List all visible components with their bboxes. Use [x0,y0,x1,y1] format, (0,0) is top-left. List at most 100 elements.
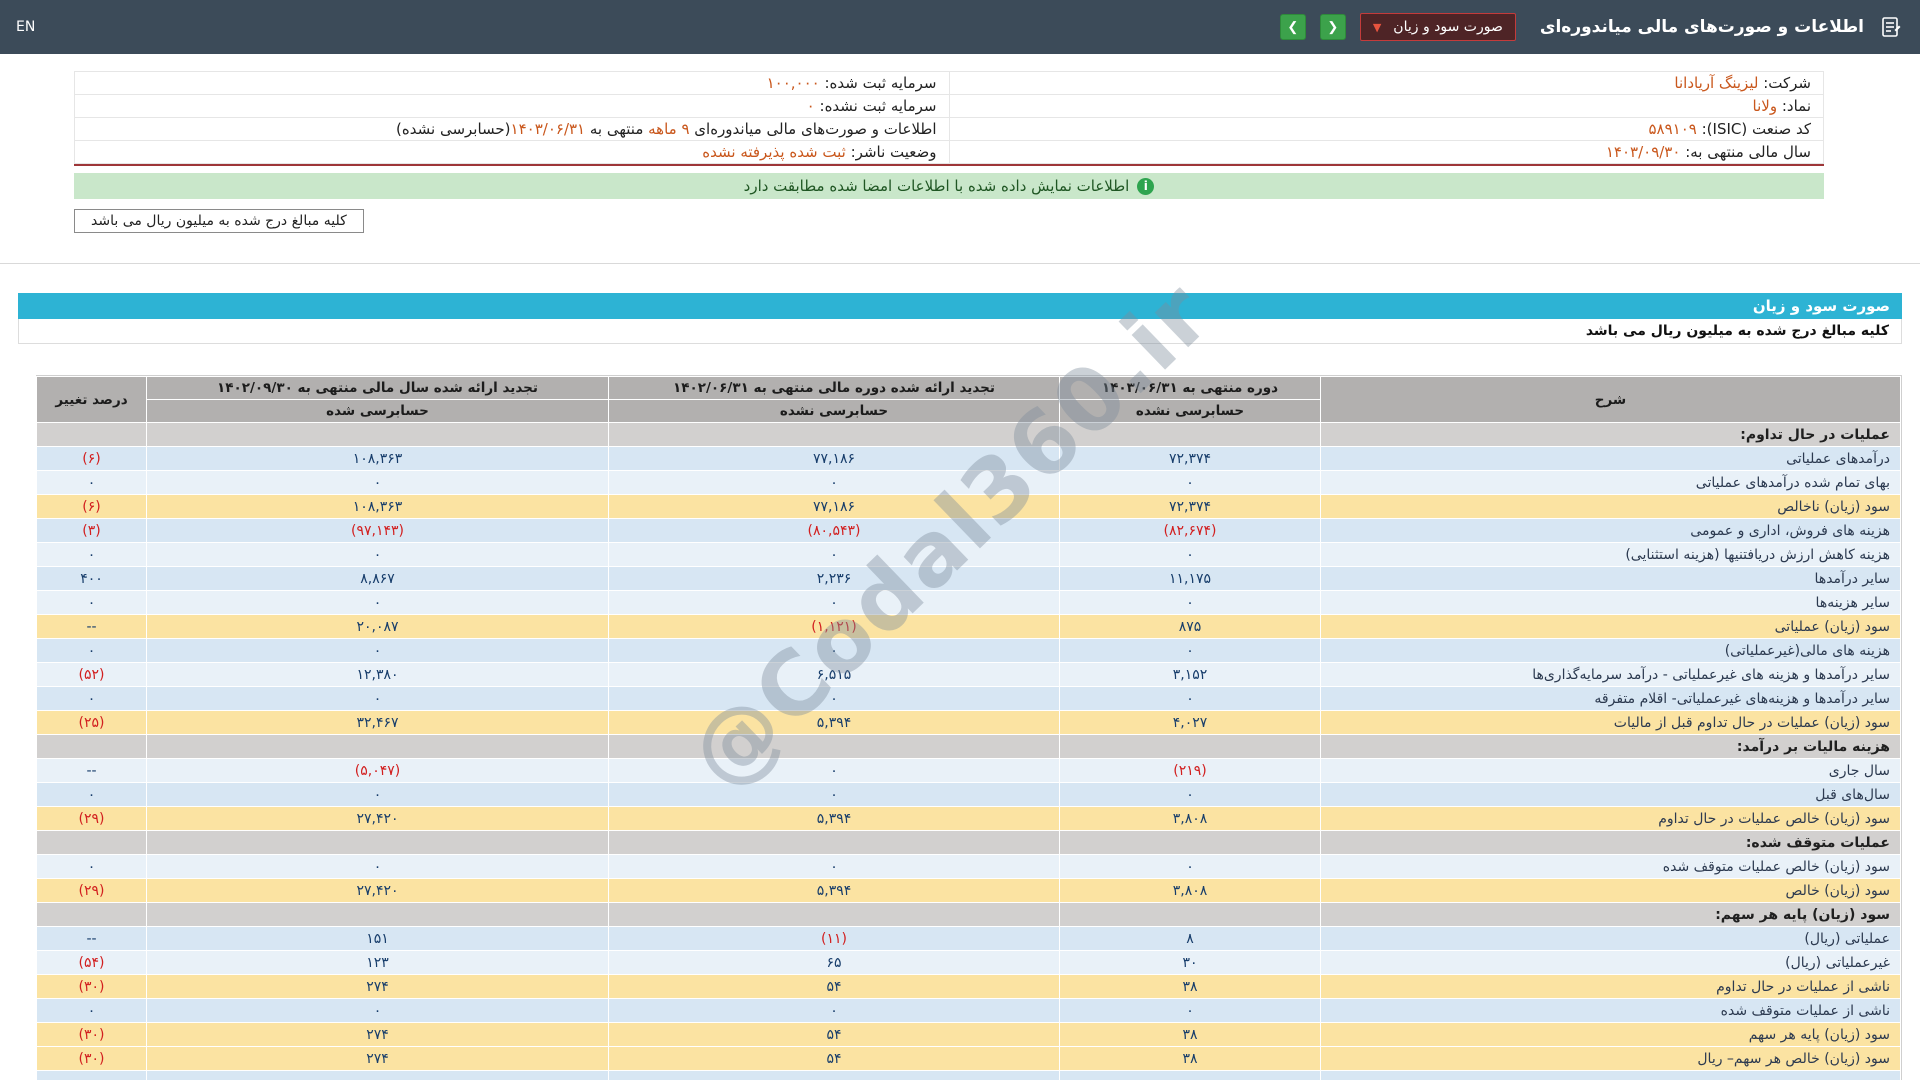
value-cell: ۰ [146,998,609,1023]
unregistered-capital-value: ۰ [806,97,815,115]
row-label: سود (زیان) پایه هر سهم [1320,1022,1901,1047]
value-cell: ۸۷۵ [1059,614,1321,639]
table-row: سایر هزینه‌ها ۰ ۰ ۰ ۰ [36,590,1901,615]
next-statement-button[interactable]: ❯ [1279,14,1306,40]
change-cell: (۲۹) [36,806,147,831]
value-cell: ۰ [1059,470,1321,495]
value-cell [146,422,609,447]
value-cell: ۰ [146,542,609,567]
value-cell: (۹۷,۱۴۳) [146,518,609,543]
table-row: سود (زیان) خالص عملیات متوقف شده ۰ ۰ ۰ ۰ [36,854,1901,879]
row-label: بهای تمام شده درآمدهای عملیاتی [1320,470,1901,495]
row-label: سایر درآمدها و هزینه‌های غیرعملیاتی- اقل… [1320,686,1901,711]
value-cell: ۰ [608,470,1060,495]
value-cell: ۰ [608,998,1060,1023]
period-length-value: ۹ ماهه [648,120,690,138]
row-label: سایر درآمدها [1320,566,1901,591]
value-cell: ۵۴ [608,974,1060,999]
value-cell: ۰ [146,782,609,807]
row-label: سود (زیان) خالص عملیات متوقف شده [1320,854,1901,879]
value-cell: ۵,۳۹۴ [608,878,1060,903]
isic-code-value: ۵۸۹۱۰۹ [1648,120,1697,138]
unaudited-note: (حسابرسی نشده) [396,120,511,138]
value-cell [146,902,609,927]
row-label: سود (زیان) خالص [1320,878,1901,903]
value-cell: ۵۴ [608,1046,1060,1071]
signature-match-banner: i اطلاعات نمایش داده شده با اطلاعات امضا… [74,173,1824,199]
publisher-status-label: وضعیت ناشر: [850,143,937,161]
value-cell: ۲۰,۰۸۷ [146,614,609,639]
value-cell [1059,1070,1321,1080]
statement-type-dropdown[interactable]: صورت سود و زیان ▼ [1359,13,1516,41]
row-label: سایر هزینه‌ها [1320,590,1901,615]
row-label: سال جاری [1320,758,1901,783]
value-cell: ۳۸ [1059,1046,1321,1071]
row-label: هزینه های مالی(غیرعملیاتی) [1320,638,1901,663]
income-statement-table: شرح دوره منتهی به ۱۴۰۳/۰۶/۳۱ تجدید ارائه… [36,376,1901,1080]
row-label: عملیات در حال تداوم: [1320,422,1901,447]
value-cell: ۷۲,۳۷۴ [1059,494,1321,519]
fiscal-year-end-label: سال مالی منتهی به: [1685,143,1811,161]
change-cell: (۳۰) [36,974,147,999]
section-divider [0,263,1920,264]
section-row: عملیات در حال تداوم: [36,422,1901,447]
value-cell [146,1070,609,1080]
change-cell: (۶) [36,446,147,471]
change-cell: ۰ [36,686,147,711]
change-cell: ۰ [36,782,147,807]
value-cell: ۷۷,۱۸۶ [608,494,1060,519]
statement-type-selected-value: صورت سود و زیان [1393,19,1503,35]
value-cell: ۰ [146,590,609,615]
value-cell: ۱۱,۱۷۵ [1059,566,1321,591]
company-info-table: شرکت: لیزینگ آریادانا سرمایه ثبت شده: ۱۰… [74,71,1824,164]
table-row: سال‌های قبل ۰ ۰ ۰ ۰ [36,782,1901,807]
value-cell [608,734,1060,759]
value-cell: ۰ [146,470,609,495]
period-info-text: اطلاعات و صورت‌های مالی میاندوره‌ای [689,120,937,138]
value-cell: ۰ [1059,638,1321,663]
value-cell: ۳۸ [1059,1022,1321,1047]
value-cell: ۵,۳۹۴ [608,710,1060,735]
change-cell: (۳۰) [36,1022,147,1047]
row-label: عملیات متوقف شده: [1320,830,1901,855]
value-cell: ۳۲,۴۶۷ [146,710,609,735]
company-name-link[interactable]: لیزینگ آریادانا [1674,74,1758,92]
registered-capital-value: ۱۰۰,۰۰۰ [766,74,820,92]
units-note-box: کلیه مبالغ درج شده به میلیون ریال می باش… [74,209,364,233]
subheader-audited: حسابرسی شده [146,399,609,423]
change-cell: ۰ [36,470,147,495]
value-cell: (۱۱) [608,926,1060,951]
value-cell: ۷۲,۳۷۴ [1059,446,1321,471]
language-toggle-en[interactable]: EN [16,19,35,35]
header-restated-period: تجدید ارائه شده دوره مالی منتهی به ۱۴۰۲/… [608,376,1060,400]
value-cell: ۳,۸۰۸ [1059,806,1321,831]
row-label: هزینه های فروش، اداری و عمومی [1320,518,1901,543]
page-title: اطلاعات و صورت‌های مالی میاندوره‌ای [1539,17,1864,37]
change-cell [36,1070,147,1080]
symbol-link[interactable]: ولانا [1753,97,1778,115]
prev-statement-button[interactable]: ❮ [1319,14,1346,40]
codal-interim-statements-page: اطلاعات و صورت‌های مالی میاندوره‌ای صورت… [0,0,1920,1080]
clipped-next-row [36,1070,1901,1080]
section-row: هزینه مالیات بر درآمد: [36,734,1901,759]
row-label: سود (زیان) خالص عملیات در حال تداوم [1320,806,1901,831]
value-cell [1059,902,1321,927]
table-row: سود (زیان) ناخالص ۷۲,۳۷۴ ۷۷,۱۸۶ ۱۰۸,۳۶۳ (۶) [36,494,1901,519]
value-cell: ۰ [608,590,1060,615]
change-cell: ۰ [36,854,147,879]
value-cell: ۳۸ [1059,974,1321,999]
row-label: ناشی از عملیات در حال تداوم [1320,974,1901,999]
value-cell: ۰ [146,854,609,879]
chevron-down-icon: ▼ [1372,20,1382,34]
change-cell: ۰ [36,542,147,567]
value-cell [608,902,1060,927]
table-row: سود (زیان) پایه هر سهم ۳۸ ۵۴ ۲۷۴ (۳۰) [36,1022,1901,1047]
value-cell: ۰ [1059,782,1321,807]
subheader-unaudited: حسابرسی نشده [1059,399,1321,423]
value-cell: ۰ [608,854,1060,879]
value-cell: ۰ [608,686,1060,711]
change-cell: ۰ [36,638,147,663]
value-cell: ۶,۵۱۵ [608,662,1060,687]
value-cell: ۱۲,۳۸۰ [146,662,609,687]
info-icon: i [1137,177,1155,195]
